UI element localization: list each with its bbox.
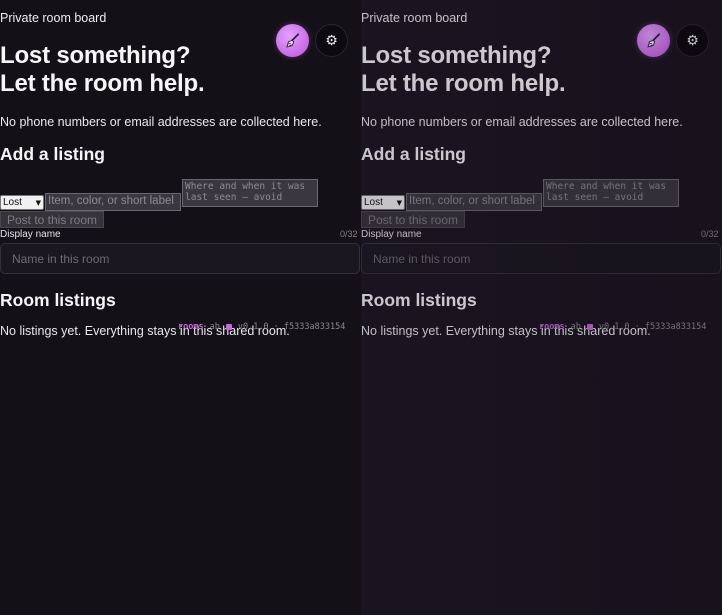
gear-icon: ⚙ [686, 32, 699, 49]
meta-version: v0.1.0 · f5333a833154 [598, 322, 707, 332]
where-textarea[interactable]: Where and when it was last seen — avoid [543, 179, 679, 207]
hero-line-2: Let the room help. [361, 70, 566, 97]
hero-line-2: Let the room help. [0, 70, 205, 97]
avatar-button[interactable] [637, 24, 670, 57]
status-dot [586, 324, 593, 330]
display-name-counter: 0/32 [701, 229, 719, 239]
footer-meta: rooms ab v0.1.0 · f5333a833154 [539, 322, 706, 332]
where-textarea[interactable]: Where and when it was last seen — avoid [182, 179, 318, 207]
post-button[interactable]: Post to this room [0, 211, 104, 228]
avatar-button[interactable] [276, 24, 309, 57]
display-name-label: Display name [0, 229, 61, 240]
item-input[interactable]: Item, color, or short label [45, 193, 181, 211]
hero-line-1: Lost something? [361, 42, 552, 69]
privacy-note: No phone numbers or email addresses are … [0, 115, 322, 129]
room-listings-heading: Room listings [0, 290, 116, 310]
settings-button[interactable]: ⚙ [315, 24, 348, 57]
right-pane: Private room board ⚙ Lost something? Let… [361, 0, 722, 615]
meta-tag: rooms [539, 322, 565, 332]
listing-type-select[interactable]: Lost ▼ [0, 195, 44, 210]
add-listing-heading: Add a listing [361, 144, 466, 164]
meta-version: v0.1.0 · f5333a833154 [237, 322, 346, 332]
meta-small: ab [209, 322, 220, 332]
display-name-counter: 0/32 [340, 229, 358, 239]
settings-button[interactable]: ⚙ [676, 24, 709, 57]
app-title: Private room board [361, 11, 468, 25]
listing-type-value: Lost [364, 197, 383, 208]
left-pane: Private room board ⚙ Lost something? Let… [0, 0, 361, 615]
listing-type-value: Lost [3, 197, 22, 208]
gear-icon: ⚙ [325, 32, 338, 49]
meta-small: ab [570, 322, 581, 332]
broom-icon [646, 32, 660, 48]
viewport: Private room board ⚙ Lost something? Let… [0, 0, 722, 615]
item-input[interactable]: Item, color, or short label [406, 193, 542, 211]
broom-icon [285, 32, 299, 48]
hero-line-1: Lost something? [0, 42, 191, 69]
chevron-down-icon: ▼ [396, 198, 402, 207]
status-dot [225, 324, 232, 330]
footer-meta: rooms ab v0.1.0 · f5333a833154 [178, 322, 345, 332]
room-board-app-mirror: Private room board ⚙ Lost something? Let… [361, 0, 722, 615]
chevron-down-icon: ▼ [35, 198, 41, 207]
post-button[interactable]: Post to this room [361, 211, 465, 228]
add-listing-heading: Add a listing [0, 144, 105, 164]
hero-title: Lost something? Let the room help. [0, 42, 205, 98]
display-name-input[interactable]: Name in this room [361, 243, 721, 274]
app-title: Private room board [0, 11, 107, 25]
room-board-app: Private room board ⚙ Lost something? Let… [0, 0, 361, 615]
room-listings-heading: Room listings [361, 290, 477, 310]
privacy-note: No phone numbers or email addresses are … [361, 115, 683, 129]
meta-tag: rooms [178, 322, 204, 332]
listing-type-select[interactable]: Lost ▼ [361, 195, 405, 210]
display-name-input[interactable]: Name in this room [0, 243, 360, 274]
display-name-label: Display name [361, 229, 422, 240]
hero-title: Lost something? Let the room help. [361, 42, 566, 98]
